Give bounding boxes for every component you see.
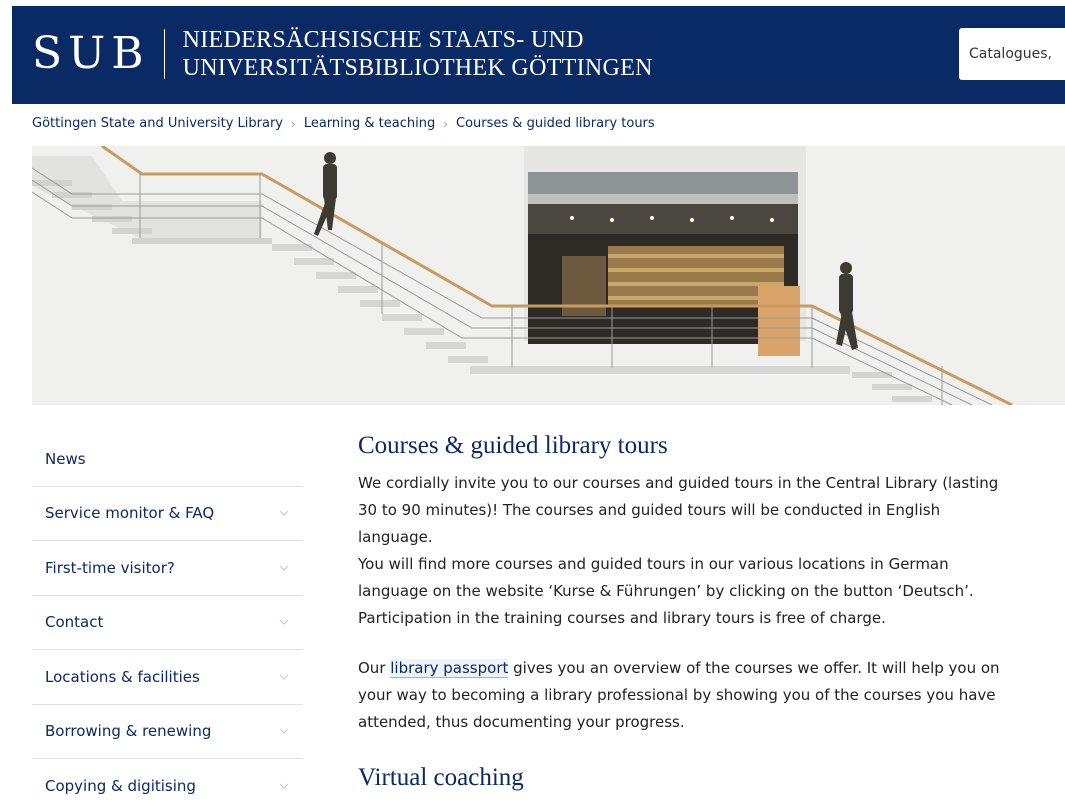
sidebar-item-label: Copying & digitising [45, 777, 196, 796]
free-of-charge-paragraph: Participation in the training courses an… [358, 609, 886, 627]
sidebar-item-contact[interactable]: Contact [32, 596, 303, 650]
institution-line-1: NIEDERSÄCHSISCHE STAATS- UND [182, 27, 584, 53]
sidebar-item-label: Borrowing & renewing [45, 722, 212, 741]
sidebar-item-first-time-visitor[interactable]: First-time visitor? [32, 541, 303, 596]
passport-text-pre: Our [358, 659, 391, 677]
sidebar-item-label: Locations & facilities [45, 667, 200, 686]
chevron-down-icon[interactable] [279, 619, 289, 626]
chevron-down-icon[interactable] [279, 510, 289, 517]
sidebar-item-copying[interactable]: Copying & digitising [32, 759, 303, 807]
sidebar-item-borrowing[interactable]: Borrowing & renewing [32, 705, 303, 759]
breadcrumb-learning[interactable]: Learning & teaching [304, 116, 435, 131]
library-passport-paragraph: Our library passport gives you an overvi… [358, 655, 1018, 736]
logo-divider [163, 29, 165, 79]
breadcrumb-current[interactable]: Courses & guided library tours [456, 116, 655, 131]
sidebar-nav: News Service monitor & FAQ First-time vi… [32, 432, 303, 807]
breadcrumb-separator-icon: › [291, 116, 296, 131]
german-courses-paragraph: You will find more courses and guided to… [358, 555, 974, 600]
sidebar-item-label: Contact [45, 613, 104, 632]
main-content: Courses & guided library tours We cordia… [358, 430, 1018, 794]
institution-name: NIEDERSÄCHSISCHE STAATS- UND UNIVERSITÄT… [183, 26, 653, 82]
breadcrumb: Göttingen State and University Library ›… [32, 116, 655, 131]
sidebar-item-news[interactable]: News [32, 432, 303, 487]
sidebar-item-label: News [45, 449, 86, 468]
intro-paragraph: We cordially invite you to our courses a… [358, 474, 999, 546]
institution-line-2: UNIVERSITÄTSBIBLIOTHEK GÖTTINGEN [182, 55, 653, 81]
section-title-virtual-coaching: Virtual coaching [358, 764, 524, 791]
chevron-down-icon[interactable] [279, 674, 289, 680]
page-title: Courses & guided library tours [358, 432, 668, 459]
chevron-down-icon[interactable] [279, 728, 289, 735]
chevron-down-icon[interactable] [279, 783, 289, 790]
breadcrumb-separator-icon: › [443, 116, 449, 131]
sidebar-item-label: First-time visitor? [45, 558, 175, 577]
library-logo[interactable]: SUB NIEDERSÄCHSISCHE STAATS- UND UNIVERS… [32, 24, 653, 84]
library-passport-link[interactable]: library passport [390, 659, 509, 678]
chevron-down-icon[interactable] [279, 565, 289, 571]
sidebar-item-label: Service monitor & FAQ [45, 504, 215, 523]
logo-mark: SUB [32, 28, 150, 79]
sidebar-item-service-monitor[interactable]: Service monitor & FAQ [32, 487, 303, 541]
hero-image [32, 146, 1065, 405]
sidebar-item-locations[interactable]: Locations & facilities [32, 650, 303, 705]
catalogue-search-input[interactable]: Catalogues, [959, 28, 1065, 80]
staircase-library-photo [32, 146, 1065, 405]
site-header: SUB NIEDERSÄCHSISCHE STAATS- UND UNIVERS… [12, 6, 1065, 104]
breadcrumb-home[interactable]: Göttingen State and University Library [32, 116, 283, 131]
